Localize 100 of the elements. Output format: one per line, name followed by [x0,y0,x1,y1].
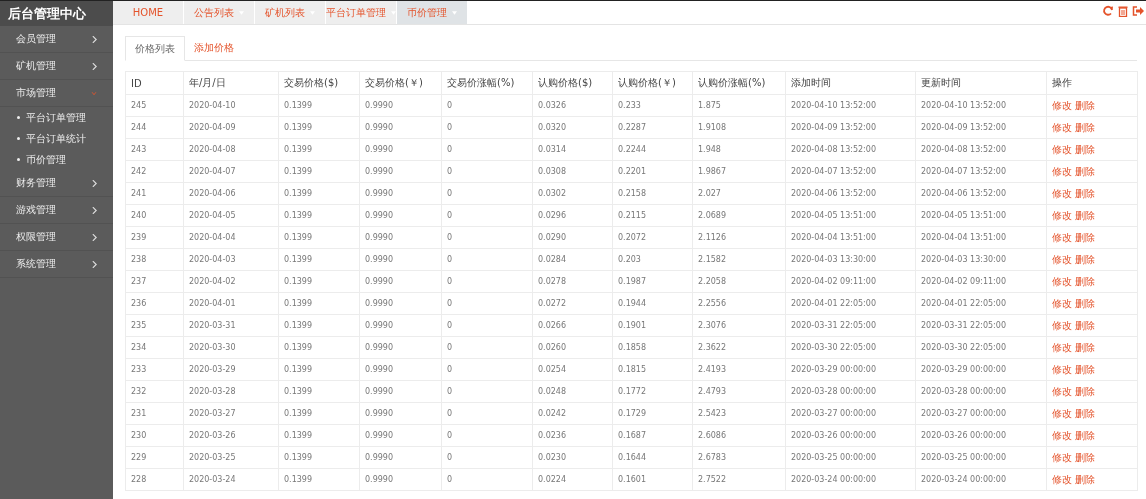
action-link[interactable]: 删除 [1075,473,1095,485]
action-link[interactable]: 修改 [1052,319,1072,331]
page-tab[interactable]: 公告列表 [184,1,255,24]
sidebar-item[interactable]: 游戏管理 [0,197,113,224]
table-cell: 0.9990 [359,138,442,161]
page-tab[interactable]: 矿机列表 [255,1,326,24]
table-cell: 0.9990 [359,292,442,315]
action-link[interactable]: 删除 [1075,253,1095,265]
action-link[interactable]: 删除 [1075,407,1095,419]
action-link[interactable]: 修改 [1052,385,1072,397]
chevron-icon [92,35,97,43]
table-cell: 0 [441,116,533,139]
action-link[interactable]: 修改 [1052,341,1072,353]
table-cell: 241 [125,182,184,205]
table-cell: 2020-04-08 [183,138,279,161]
table-cell: 0.1399 [278,358,360,381]
action-link[interactable]: 修改 [1052,231,1072,243]
table-cell: 0.1399 [278,226,360,249]
action-link[interactable]: 删除 [1075,275,1095,287]
action-link[interactable]: 修改 [1052,121,1072,133]
action-link[interactable]: 删除 [1075,187,1095,199]
action-link[interactable]: 删除 [1075,165,1095,177]
table-cell: 2.2556 [692,292,786,315]
table-cell: 0.1399 [278,336,360,359]
action-link[interactable]: 删除 [1075,363,1095,375]
action-link[interactable]: 删除 [1075,143,1095,155]
content-tab[interactable]: 添加价格 [185,36,243,60]
table-cell: 0.1399 [278,446,360,469]
table-cell: 0.1399 [278,94,360,117]
action-link[interactable]: 删除 [1075,209,1095,221]
action-link[interactable]: 修改 [1052,99,1072,111]
table-cell: 228 [125,468,184,491]
page-tab[interactable]: HOME [113,1,184,24]
table-cell: 0 [441,380,533,403]
action-link[interactable]: 修改 [1052,407,1072,419]
sidebar-subitem[interactable]: 平台订单管理 [26,110,86,125]
action-link[interactable]: 修改 [1052,451,1072,463]
table-cell: 2020-04-07 [183,160,279,183]
action-link[interactable]: 删除 [1075,121,1095,133]
action-link[interactable]: 删除 [1075,341,1095,353]
table-cell: 242 [125,160,184,183]
table-cell: 0.1399 [278,138,360,161]
table-cell: 0.0320 [532,116,613,139]
action-link[interactable]: 修改 [1052,275,1072,287]
table-cell: 2020-04-04 13:51:00 [785,226,916,249]
action-link[interactable]: 修改 [1052,363,1072,375]
sidebar-item[interactable]: 会员管理 [0,26,113,53]
refresh-icon[interactable] [1102,5,1114,17]
table-cell: 2020-03-28 00:00:00 [785,380,916,403]
action-link[interactable]: 修改 [1052,165,1072,177]
action-link[interactable]: 修改 [1052,429,1072,441]
action-link[interactable]: 修改 [1052,473,1072,485]
table-cell: 0 [441,94,533,117]
table-cell: 237 [125,270,184,293]
table-cell: 0.9990 [359,336,442,359]
table-cell: 0 [441,468,533,491]
action-link[interactable]: 删除 [1075,297,1095,309]
table-cell: 2.1126 [692,226,786,249]
table-cell: 2020-04-09 13:52:00 [915,116,1047,139]
action-link[interactable]: 删除 [1075,451,1095,463]
table-cell: 0.1601 [612,468,693,491]
table-cell: 0.1687 [612,424,693,447]
content-tab[interactable]: 价格列表 [125,36,185,61]
sidebar-item[interactable]: 财务管理 [0,170,113,197]
table-cell: 0.1399 [278,424,360,447]
page-tab[interactable]: 币价管理 [397,1,468,24]
action-link[interactable]: 删除 [1075,231,1095,243]
action-link[interactable]: 修改 [1052,209,1072,221]
table-cell: 0.2244 [612,138,693,161]
action-link[interactable]: 修改 [1052,253,1072,265]
table-cell: 0 [441,424,533,447]
sidebar-subitem[interactable]: 平台订单统计 [26,131,86,146]
action-link[interactable]: 修改 [1052,143,1072,155]
table-cell: 2.6783 [692,446,786,469]
table-cell: 0.1729 [612,402,693,425]
table-cell: 2020-03-24 [183,468,279,491]
action-link[interactable]: 删除 [1075,99,1095,111]
sidebar-item[interactable]: 市场管理 [0,80,113,107]
table-cell: 2020-04-08 13:52:00 [915,138,1047,161]
table-cell: 229 [125,446,184,469]
exit-icon[interactable] [1132,5,1144,17]
action-link[interactable]: 删除 [1075,385,1095,397]
table-cell: 0 [441,182,533,205]
table-cell: 0.0272 [532,292,613,315]
action-link[interactable]: 删除 [1075,319,1095,331]
table-cell: 2.6086 [692,424,786,447]
sidebar-item[interactable]: 权限管理 [0,224,113,251]
table-cell: 0.0248 [532,380,613,403]
table-cell: 2.5423 [692,402,786,425]
table-cell: 2020-04-01 22:05:00 [915,292,1047,315]
sidebar-subitem[interactable]: 币价管理 [26,152,66,167]
sidebar-item[interactable]: 矿机管理 [0,53,113,80]
sidebar-item[interactable]: 系统管理 [0,251,113,278]
table-cell: 2020-04-09 13:52:00 [785,116,916,139]
action-link[interactable]: 修改 [1052,297,1072,309]
table-cell: 0.0266 [532,314,613,337]
trash-icon[interactable] [1117,5,1129,17]
table-cell: 0.1399 [278,468,360,491]
action-link[interactable]: 删除 [1075,429,1095,441]
action-link[interactable]: 修改 [1052,187,1072,199]
